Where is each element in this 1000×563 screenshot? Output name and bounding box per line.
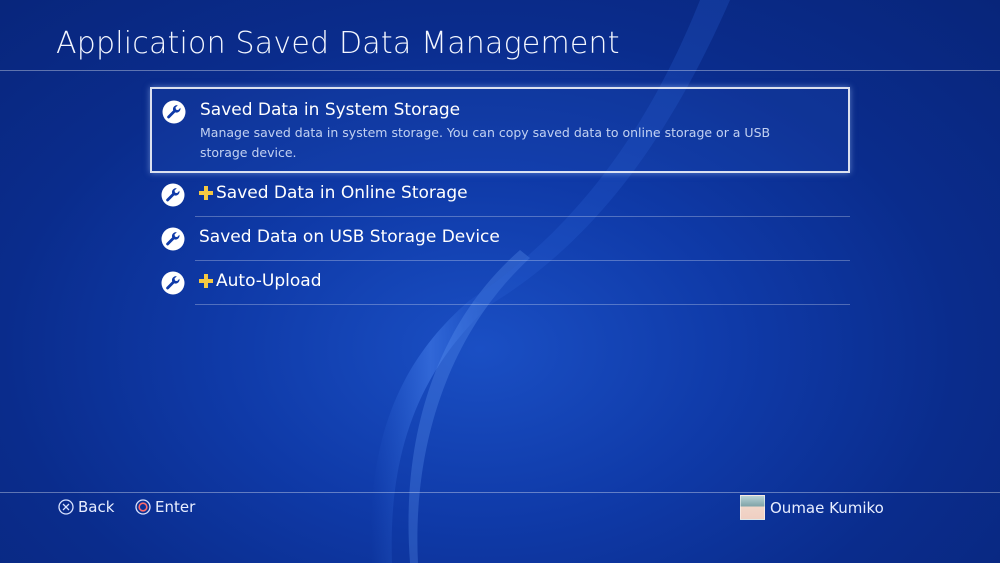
saved-data-menu: Saved Data in System Storage Manage save…	[150, 87, 850, 305]
header-divider	[0, 70, 1000, 71]
enter-button[interactable]: Enter	[135, 498, 195, 516]
ps-plus-icon	[199, 186, 213, 200]
back-button[interactable]: Back	[58, 498, 114, 516]
menu-item-auto-upload[interactable]: Auto-Upload	[150, 261, 850, 305]
cross-button-icon	[58, 499, 74, 515]
menu-item-system-storage[interactable]: Saved Data in System Storage Manage save…	[150, 87, 850, 173]
menu-item-label: Auto-Upload	[216, 271, 322, 291]
back-label: Back	[78, 498, 115, 516]
ps-plus-icon	[199, 274, 213, 288]
menu-item-label: Saved Data on USB Storage Device	[199, 227, 500, 247]
page-title: Application Saved Data Management	[56, 26, 620, 61]
menu-item-description: Manage saved data in system storage. You…	[200, 125, 771, 160]
avatar	[740, 495, 765, 520]
wrench-icon	[161, 227, 185, 251]
enter-label: Enter	[155, 498, 196, 516]
menu-item-online-storage[interactable]: Saved Data in Online Storage	[150, 173, 850, 217]
wrench-icon	[162, 100, 186, 124]
menu-divider	[195, 304, 850, 305]
user-name: Oumae Kumiko	[770, 498, 884, 517]
menu-item-label: Saved Data in Online Storage	[216, 183, 468, 203]
footer-divider	[0, 492, 1000, 493]
menu-item-usb-storage[interactable]: Saved Data on USB Storage Device	[150, 217, 850, 261]
circle-button-icon	[135, 499, 151, 515]
user-profile: Oumae Kumiko	[740, 495, 884, 520]
wrench-icon	[161, 183, 185, 207]
menu-item-label: Saved Data in System Storage	[200, 100, 461, 120]
wrench-icon	[161, 271, 185, 295]
